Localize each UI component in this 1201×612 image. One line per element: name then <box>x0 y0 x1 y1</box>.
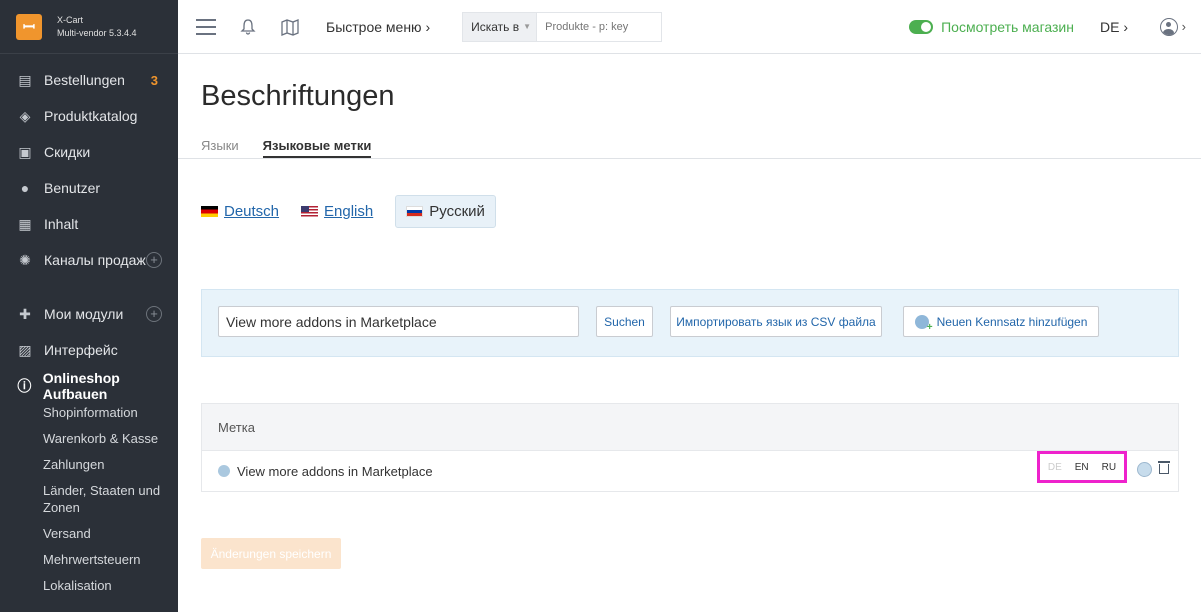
orders-count-badge: 3 <box>150 72 158 88</box>
quick-menu[interactable]: Быстрое меню › <box>326 19 430 35</box>
page-title: Beschriftungen <box>201 80 395 112</box>
language-link-deutsch[interactable]: Deutsch <box>201 203 279 220</box>
sidebar-subitem-payments[interactable]: Zahlungen <box>0 456 178 473</box>
trash-icon[interactable] <box>1158 461 1170 475</box>
table-header: Метка <box>202 404 1178 450</box>
toggle-switch-icon <box>909 19 934 34</box>
sidebar-item-users[interactable]: ● Benutzer <box>0 170 178 206</box>
import-csv-button[interactable]: Импортировать язык из CSV файла <box>670 306 882 337</box>
labels-table: Метка View more addons in Marketplace DE… <box>201 403 1179 492</box>
sidebar-subitem-cart-checkout[interactable]: Warenkorb & Kasse <box>0 430 178 447</box>
us-flag-icon <box>301 206 319 217</box>
logo[interactable]: ꟷ X-Cart Multi-vendor 5.3.4.4 <box>0 0 178 54</box>
sidebar-subitem-countries[interactable]: Länder, Staaten und Zonen <box>0 482 178 516</box>
sidebar-item-interface[interactable]: ▨ Интерфейс <box>0 332 178 368</box>
sidebar-item-label: Benutzer <box>44 180 101 196</box>
view-store-toggle[interactable]: Посмотреть магазин <box>909 19 1074 35</box>
lang-code-ru[interactable]: RU <box>1102 462 1116 473</box>
lang-code-de: DE <box>1047 461 1062 473</box>
xcart-logo-icon: ꟷ <box>16 13 42 40</box>
search-button[interactable]: Suchen <box>596 306 653 337</box>
search-input[interactable] <box>536 11 663 42</box>
tag-icon: ◈ <box>19 107 31 124</box>
sidebar: ꟷ X-Cart Multi-vendor 5.3.4.4 ▤ Bestellu… <box>0 0 178 612</box>
language-link-russian[interactable]: Русский <box>395 195 496 228</box>
sidebar-item-content[interactable]: ▦ Inhalt <box>0 206 178 242</box>
sales-channels-icon: ✺ <box>19 251 31 268</box>
tabs-divider <box>178 158 1201 159</box>
logo-version: Multi-vendor 5.3.4.4 <box>57 27 137 38</box>
add-module-plus-icon[interactable]: + <box>146 306 162 322</box>
sidebar-item-label: Скидки <box>44 144 91 160</box>
gift-icon: ▣ <box>18 143 32 160</box>
orders-icon: ▤ <box>18 71 32 88</box>
sidebar-item-label: Onlineshop Aufbauen <box>42 370 120 402</box>
tabs: Языки Языковые метки <box>201 138 372 158</box>
image-icon: ▨ <box>18 341 32 358</box>
main-content: Beschriftungen Языки Языковые метки Deut… <box>178 54 1201 612</box>
sidebar-item-sales-channels[interactable]: ✺ Каналы продаж + <box>0 242 178 278</box>
store-map-icon[interactable] <box>280 17 300 37</box>
russian-flag-icon <box>406 206 424 217</box>
label-pin-icon <box>216 463 232 479</box>
logo-name: X-Cart <box>57 14 84 25</box>
language-link-english[interactable]: English <box>301 203 373 220</box>
content-icon: ▦ <box>18 215 32 232</box>
search-scope-select[interactable]: Искать в ▼ <box>462 11 537 42</box>
user-menu[interactable]: › <box>1159 17 1186 36</box>
sidebar-item-store-setup[interactable]: ⓘ Onlineshop Aufbauen <box>0 368 178 404</box>
add-label-icon <box>914 314 933 333</box>
user-avatar-icon <box>1159 17 1178 36</box>
topbar: Быстрое меню › Искать в▼ Посмотреть мага… <box>178 0 1201 54</box>
puzzle-icon: ✚ <box>19 305 31 322</box>
hamburger-menu-icon[interactable] <box>196 18 216 35</box>
chevron-down-icon: ▼ <box>523 22 532 31</box>
sidebar-item-label: Интерфейс <box>44 342 118 358</box>
german-flag-icon <box>201 206 218 217</box>
add-label-button[interactable]: Neuen Kennsatz hinzufügen <box>903 306 1099 337</box>
sidebar-item-label: Bestellungen <box>44 72 125 88</box>
row-language-codes: DE EN RU <box>1037 451 1127 483</box>
lang-code-en[interactable]: EN <box>1075 462 1089 473</box>
sidebar-item-my-modules[interactable]: ✚ Мои модули + <box>0 296 178 332</box>
sidebar-subitem-localization[interactable]: Lokalisation <box>0 577 178 594</box>
bell-icon[interactable] <box>238 17 258 37</box>
column-header-label: Метка <box>218 419 255 435</box>
sidebar-item-catalog[interactable]: ◈ Produktkatalog <box>0 98 178 134</box>
sidebar-item-label: Мои модули <box>44 306 124 322</box>
row-label-text[interactable]: View more addons in Marketplace <box>237 464 433 479</box>
sidebar-item-label: Каналы продаж <box>44 252 146 268</box>
filter-panel: Suchen Импортировать язык из CSV файла N… <box>201 289 1179 357</box>
save-changes-button[interactable]: Änderungen speichern <box>201 538 341 569</box>
tab-language-labels[interactable]: Языковые метки <box>262 138 372 158</box>
language-switcher[interactable]: DE › <box>1100 19 1128 35</box>
label-search-input[interactable] <box>218 306 579 337</box>
info-icon: ⓘ <box>17 378 32 394</box>
tab-languages[interactable]: Языки <box>201 138 239 158</box>
sidebar-subitem-taxes[interactable]: Mehrwertsteuern <box>0 551 178 568</box>
globe-icon[interactable] <box>1137 462 1152 477</box>
table-row: View more addons in Marketplace DE EN RU <box>202 450 1178 491</box>
sidebar-item-label: Inhalt <box>44 216 79 232</box>
sidebar-subitem-shop-info[interactable]: Shopinformation <box>0 404 178 421</box>
sidebar-subitem-shipping[interactable]: Versand <box>0 525 178 542</box>
sidebar-item-orders[interactable]: ▤ Bestellungen 3 <box>0 62 178 98</box>
global-search: Искать в ▼ <box>462 11 663 42</box>
store-setup-submenu: Shopinformation Warenkorb & Kasse Zahlun… <box>0 404 178 594</box>
sidebar-item-label: Produktkatalog <box>44 108 138 124</box>
sidebar-item-discounts[interactable]: ▣ Скидки <box>0 134 178 170</box>
sidebar-nav: ▤ Bestellungen 3 ◈ Produktkatalog ▣ Скид… <box>0 62 178 404</box>
language-selector: Deutsch English Русский <box>201 195 496 228</box>
users-icon: ● <box>20 180 30 196</box>
add-sales-channel-plus-icon[interactable]: + <box>146 252 162 268</box>
